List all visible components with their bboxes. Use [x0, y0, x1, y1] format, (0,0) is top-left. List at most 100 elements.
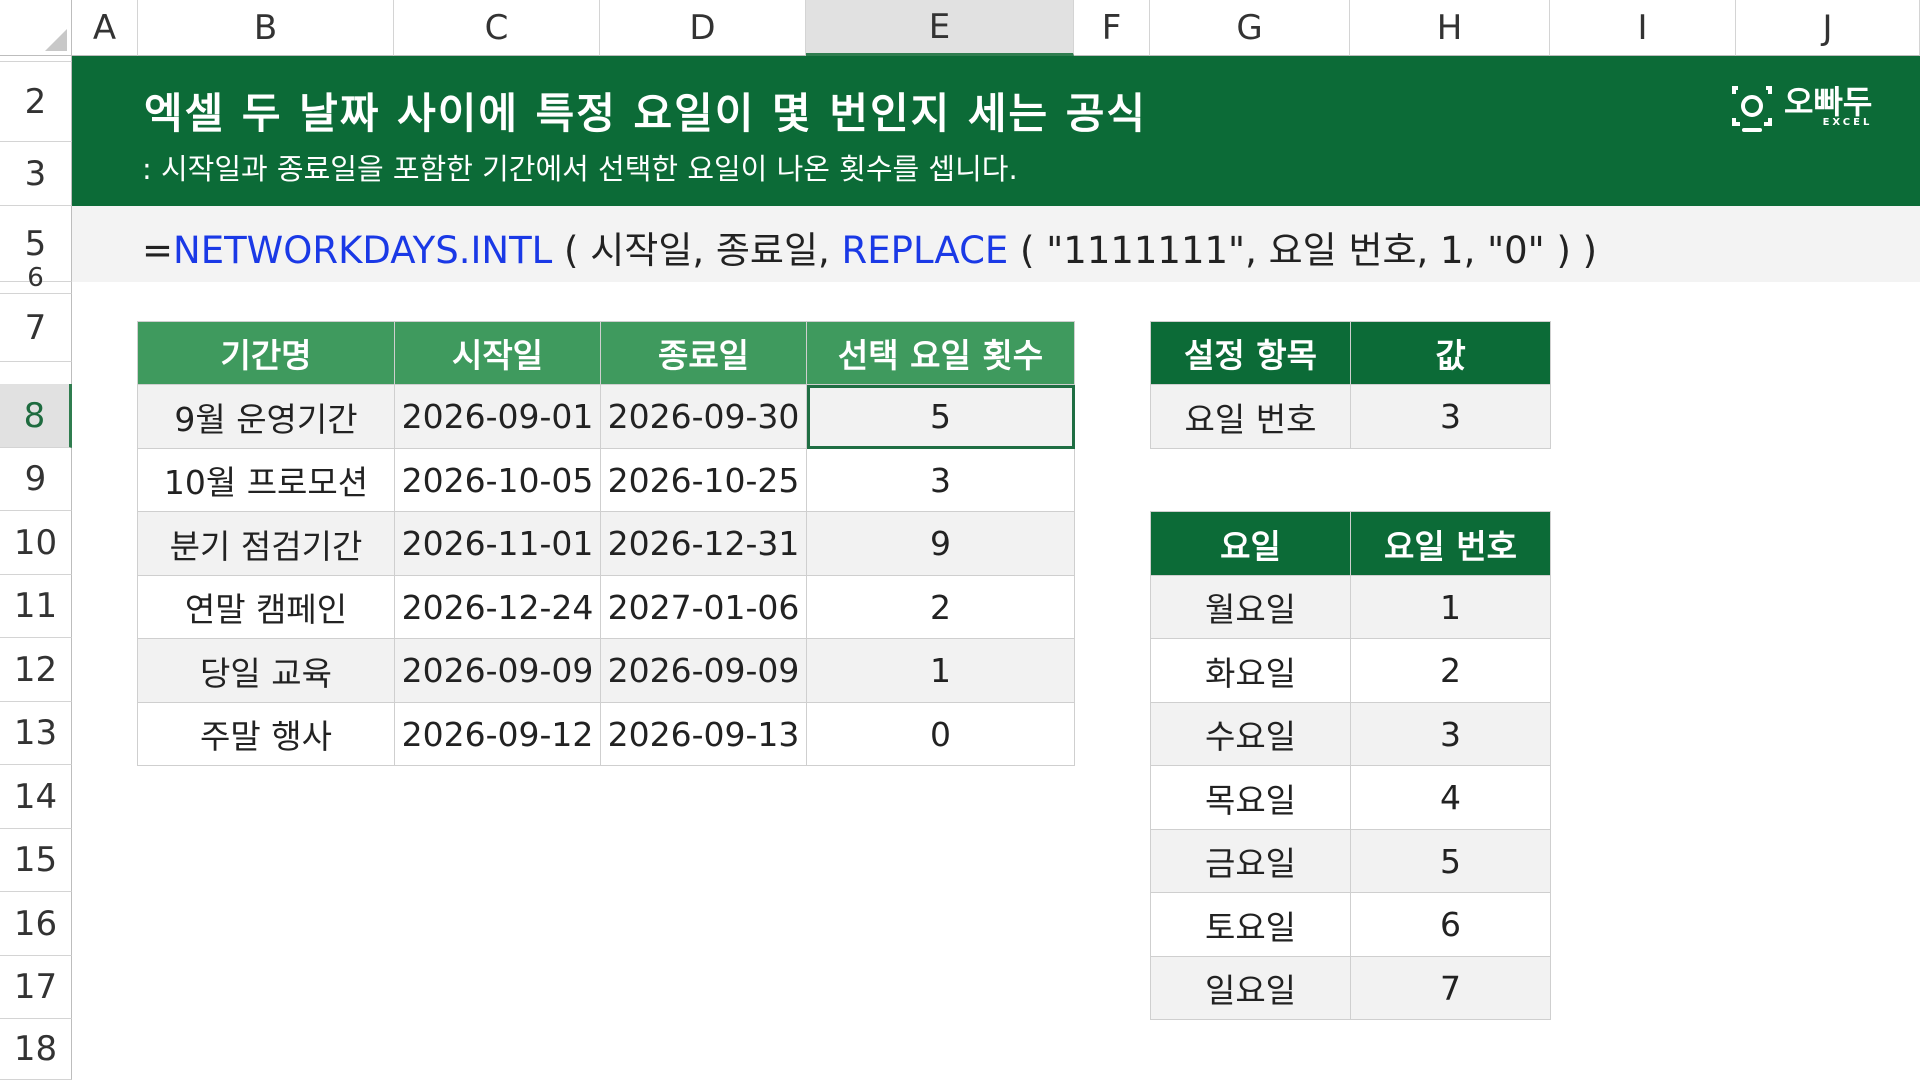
cell-b8[interactable]: 9월 운영기간 [137, 384, 395, 449]
row-header-7[interactable]: 7 [0, 294, 72, 362]
table-row: 9월 운영기간 2026-09-01 2026-09-30 5 [137, 384, 1075, 449]
column-header-e[interactable]: E [806, 0, 1074, 56]
cell-c10[interactable]: 2026-11-01 [394, 511, 601, 576]
cell-d13[interactable]: 2026-09-13 [600, 702, 807, 766]
cell-d12[interactable]: 2026-09-09 [600, 638, 807, 703]
cell-d11[interactable]: 2027-01-06 [600, 575, 807, 639]
column-header-b[interactable]: B [138, 0, 394, 56]
cell-g12[interactable]: 화요일 [1150, 638, 1351, 703]
column-header-i[interactable]: I [1550, 0, 1736, 56]
cell-h13[interactable]: 3 [1350, 702, 1551, 766]
cell-b11[interactable]: 연말 캠페인 [137, 575, 395, 639]
formula-text: =NETWORKDAYS.INTL ( 시작일, 종료일, REPLACE ( … [142, 220, 1597, 274]
column-header-d[interactable]: D [600, 0, 806, 56]
table-row: 토요일 6 [1150, 892, 1551, 957]
cell-e9[interactable]: 3 [806, 448, 1075, 512]
column-header-g[interactable]: G [1150, 0, 1350, 56]
row-header-2[interactable]: 2 [0, 62, 72, 142]
table-row: 화요일 2 [1150, 638, 1551, 703]
settings-table: 설정 항목 값 요일 번호 3 [1150, 321, 1551, 449]
row-header-13[interactable]: 13 [0, 702, 72, 765]
select-all-corner[interactable] [0, 0, 72, 56]
table-header-row: 설정 항목 값 [1150, 321, 1551, 385]
header-start-date: 시작일 [394, 321, 601, 385]
column-header-f[interactable]: F [1074, 0, 1150, 56]
row-header-3[interactable]: 3 [0, 142, 72, 206]
cell-d9[interactable]: 2026-10-25 [600, 448, 807, 512]
cell-b10[interactable]: 분기 점검기간 [137, 511, 395, 576]
cell-b13[interactable]: 주말 행사 [137, 702, 395, 766]
header-period-name: 기간명 [137, 321, 395, 385]
cell-e11[interactable]: 2 [806, 575, 1075, 639]
cell-e10[interactable]: 9 [806, 511, 1075, 576]
cell-h16[interactable]: 6 [1350, 892, 1551, 957]
weekday-table: 요일 요일 번호 월요일 1 화요일 2 수요일 3 목요일 4 금요일 5 토… [1150, 511, 1551, 1020]
table-row: 요일 번호 3 [1150, 384, 1551, 449]
table-row: 월요일 1 [1150, 575, 1551, 639]
cell-b12[interactable]: 당일 교육 [137, 638, 395, 703]
cell-d8[interactable]: 2026-09-30 [600, 384, 807, 449]
cell-c13[interactable]: 2026-09-12 [394, 702, 601, 766]
cell-h14[interactable]: 4 [1350, 765, 1551, 830]
table-header-row: 기간명 시작일 종료일 선택 요일 횟수 [137, 321, 1075, 385]
logo-text: 오빠두 [1784, 82, 1873, 121]
function-networkdays-intl: NETWORKDAYS.INTL [173, 229, 553, 272]
header-weekday: 요일 [1150, 511, 1351, 576]
cell-c9[interactable]: 2026-10-05 [394, 448, 601, 512]
cell-c11[interactable]: 2026-12-24 [394, 575, 601, 639]
row-header-9[interactable]: 9 [0, 448, 72, 511]
cell-h17[interactable]: 7 [1350, 956, 1551, 1020]
cell-e13[interactable]: 0 [806, 702, 1075, 766]
table-row: 10월 프로모션 2026-10-05 2026-10-25 3 [137, 448, 1075, 512]
cell-c8[interactable]: 2026-09-01 [394, 384, 601, 449]
table-header-row: 요일 요일 번호 [1150, 511, 1551, 576]
cell-g16[interactable]: 토요일 [1150, 892, 1351, 957]
cell-g8[interactable]: 요일 번호 [1150, 384, 1351, 449]
row-header-17[interactable]: 17 [0, 956, 72, 1019]
row-header-11[interactable]: 11 [0, 575, 72, 638]
cell-g14[interactable]: 목요일 [1150, 765, 1351, 830]
column-header-h[interactable]: H [1350, 0, 1550, 56]
column-header-a[interactable]: A [72, 0, 138, 56]
cell-e8-selected[interactable]: 5 [806, 384, 1075, 449]
function-replace: REPLACE [841, 229, 1009, 272]
row-header-10[interactable]: 10 [0, 511, 72, 575]
header-weekday-number: 요일 번호 [1350, 511, 1551, 576]
row-header-6[interactable]: 6 [0, 263, 72, 294]
table-row: 수요일 3 [1150, 702, 1551, 766]
row-header-16[interactable]: 16 [0, 892, 72, 956]
cell-g13[interactable]: 수요일 [1150, 702, 1351, 766]
cell-g15[interactable]: 금요일 [1150, 829, 1351, 893]
row-header-18[interactable]: 18 [0, 1019, 72, 1080]
formula-args-1: ( 시작일, 종료일, [552, 229, 842, 272]
cell-h8-weekday-input[interactable]: 3 [1350, 384, 1551, 449]
cell-h11[interactable]: 1 [1350, 575, 1551, 639]
camera-icon [1732, 86, 1772, 132]
page-title: 엑셀 두 날짜 사이에 특정 요일이 몇 번인지 세는 공식 [144, 89, 1148, 138]
column-header-c[interactable]: C [394, 0, 600, 56]
row-header-14[interactable]: 14 [0, 765, 72, 829]
row-header-8[interactable]: 8 [0, 384, 72, 448]
column-header-j[interactable]: J [1736, 0, 1920, 56]
cell-b9[interactable]: 10월 프로모션 [137, 448, 395, 512]
header-setting-item: 설정 항목 [1150, 321, 1351, 385]
cell-c12[interactable]: 2026-09-09 [394, 638, 601, 703]
table-row: 분기 점검기간 2026-11-01 2026-12-31 9 [137, 511, 1075, 576]
period-table: 기간명 시작일 종료일 선택 요일 횟수 9월 운영기간 2026-09-01 … [137, 321, 1075, 766]
cell-g17[interactable]: 일요일 [1150, 956, 1351, 1020]
row-header-12[interactable]: 12 [0, 638, 72, 702]
formula-prefix: = [142, 229, 174, 272]
formula-args-2: ( "1111111", 요일 번호, 1, "0" ) ) [1008, 229, 1598, 272]
row-header-15[interactable]: 15 [0, 829, 72, 892]
cell-h15[interactable]: 5 [1350, 829, 1551, 893]
page-subtitle: : 시작일과 종료일을 포함한 기간에서 선택한 요일이 나온 횟수를 셉니다. [142, 152, 1018, 186]
table-row: 일요일 7 [1150, 956, 1551, 1020]
cell-d10[interactable]: 2026-12-31 [600, 511, 807, 576]
brand-logo: 오빠두 EXCEL [1730, 80, 1872, 134]
cell-h12[interactable]: 2 [1350, 638, 1551, 703]
table-row: 목요일 4 [1150, 765, 1551, 830]
cell-g11[interactable]: 월요일 [1150, 575, 1351, 639]
header-weekday-count: 선택 요일 횟수 [806, 321, 1075, 385]
header-end-date: 종료일 [600, 321, 807, 385]
cell-e12[interactable]: 1 [806, 638, 1075, 703]
